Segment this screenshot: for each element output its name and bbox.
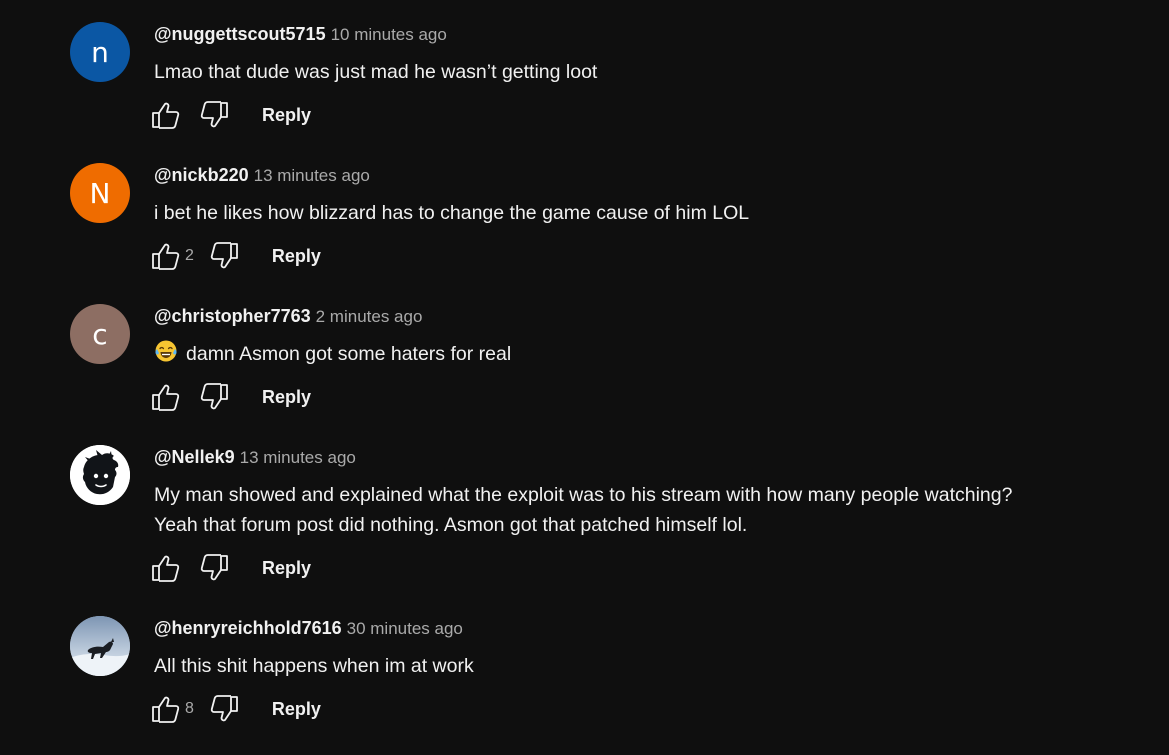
thumbs-up-icon (152, 243, 180, 270)
like-button[interactable] (150, 382, 182, 412)
author-name[interactable]: @nuggettscout5715 (154, 24, 326, 44)
like-count: 8 (185, 700, 194, 717)
comment-text-line: damn Asmon got some haters for real (154, 339, 1144, 369)
comments-section: n @nuggettscout5715 10 minutes ago Lmao t… (0, 0, 1169, 755)
like-button[interactable] (150, 241, 182, 271)
thumbs-down-icon (200, 554, 228, 581)
comment-actions: 8 Reply (150, 694, 321, 724)
thumbs-down-icon (210, 242, 238, 269)
comment-text: All this shit happens when im at work (154, 651, 1144, 681)
comment-text: damn Asmon got some haters for real (154, 339, 1144, 369)
comment-text-line: Yeah that forum post did nothing. Asmon … (154, 514, 748, 536)
comment-text: My man showed and explained what the exp… (154, 480, 1144, 540)
timestamp[interactable]: 10 minutes ago (331, 25, 447, 44)
thumbs-down-icon (200, 101, 228, 128)
avatar[interactable]: n (70, 22, 130, 82)
author-name[interactable]: @henryreichhold7616 (154, 618, 342, 638)
tears-of-joy-emoji-icon (155, 340, 177, 362)
avatar[interactable]: c (70, 304, 130, 364)
comment-text-line: Lmao that dude was just mad he wasn’t ge… (154, 61, 598, 83)
dislike-button[interactable] (198, 382, 230, 412)
reply-button[interactable]: Reply (262, 387, 311, 408)
comment-actions: Reply (150, 553, 311, 583)
comment-header: @Nellek9 13 minutes ago (154, 447, 356, 468)
like-button[interactable] (150, 694, 182, 724)
like-count: 2 (185, 247, 194, 264)
thumbs-up-icon (152, 384, 180, 411)
author-name[interactable]: @nickb220 (154, 165, 249, 185)
avatar[interactable]: N (70, 163, 130, 223)
comment-header: @nickb220 13 minutes ago (154, 165, 370, 186)
reply-button[interactable]: Reply (262, 558, 311, 579)
comment-header: @christopher7763 2 minutes ago (154, 306, 422, 327)
reply-button[interactable]: Reply (262, 105, 311, 126)
avatar-letter: n (91, 35, 109, 69)
avatar[interactable] (70, 445, 130, 505)
timestamp[interactable]: 2 minutes ago (316, 307, 423, 326)
dislike-button[interactable] (208, 241, 240, 271)
thumbs-down-icon (210, 695, 238, 722)
thumbs-down-icon (200, 383, 228, 410)
author-name[interactable]: @Nellek9 (154, 447, 235, 467)
comment-text: Lmao that dude was just mad he wasn’t ge… (154, 57, 1144, 87)
thumbs-up-icon (152, 555, 180, 582)
comment-header: @henryreichhold7616 30 minutes ago (154, 618, 463, 639)
cartoon-character-avatar-icon (70, 445, 130, 505)
timestamp[interactable]: 13 minutes ago (254, 166, 370, 185)
comment-actions: 2 Reply (150, 241, 321, 271)
comment-text-line: i bet he likes how blizzard has to chang… (154, 202, 750, 224)
comment-text-line: My man showed and explained what the exp… (154, 484, 1013, 506)
avatar[interactable] (70, 616, 130, 676)
timestamp[interactable]: 30 minutes ago (347, 619, 463, 638)
dislike-button[interactable] (208, 694, 240, 724)
dislike-button[interactable] (198, 100, 230, 130)
like-button[interactable] (150, 100, 182, 130)
thumbs-up-icon (152, 696, 180, 723)
author-name[interactable]: @christopher7763 (154, 306, 311, 326)
reply-button[interactable]: Reply (272, 699, 321, 720)
comment-actions: Reply (150, 100, 311, 130)
avatar-letter: N (89, 176, 111, 210)
comment-text-line: All this shit happens when im at work (154, 655, 474, 677)
comment-text-content: damn Asmon got some haters for real (186, 343, 512, 365)
like-button[interactable] (150, 553, 182, 583)
avatar-letter: c (92, 317, 108, 351)
dog-in-snow-avatar-icon (70, 616, 130, 676)
comment-text: i bet he likes how blizzard has to chang… (154, 198, 1144, 228)
reply-button[interactable]: Reply (272, 246, 321, 267)
timestamp[interactable]: 13 minutes ago (240, 448, 356, 467)
comment-actions: Reply (150, 382, 311, 412)
thumbs-up-icon (152, 102, 180, 129)
dislike-button[interactable] (198, 553, 230, 583)
comment-header: @nuggettscout5715 10 minutes ago (154, 24, 447, 45)
